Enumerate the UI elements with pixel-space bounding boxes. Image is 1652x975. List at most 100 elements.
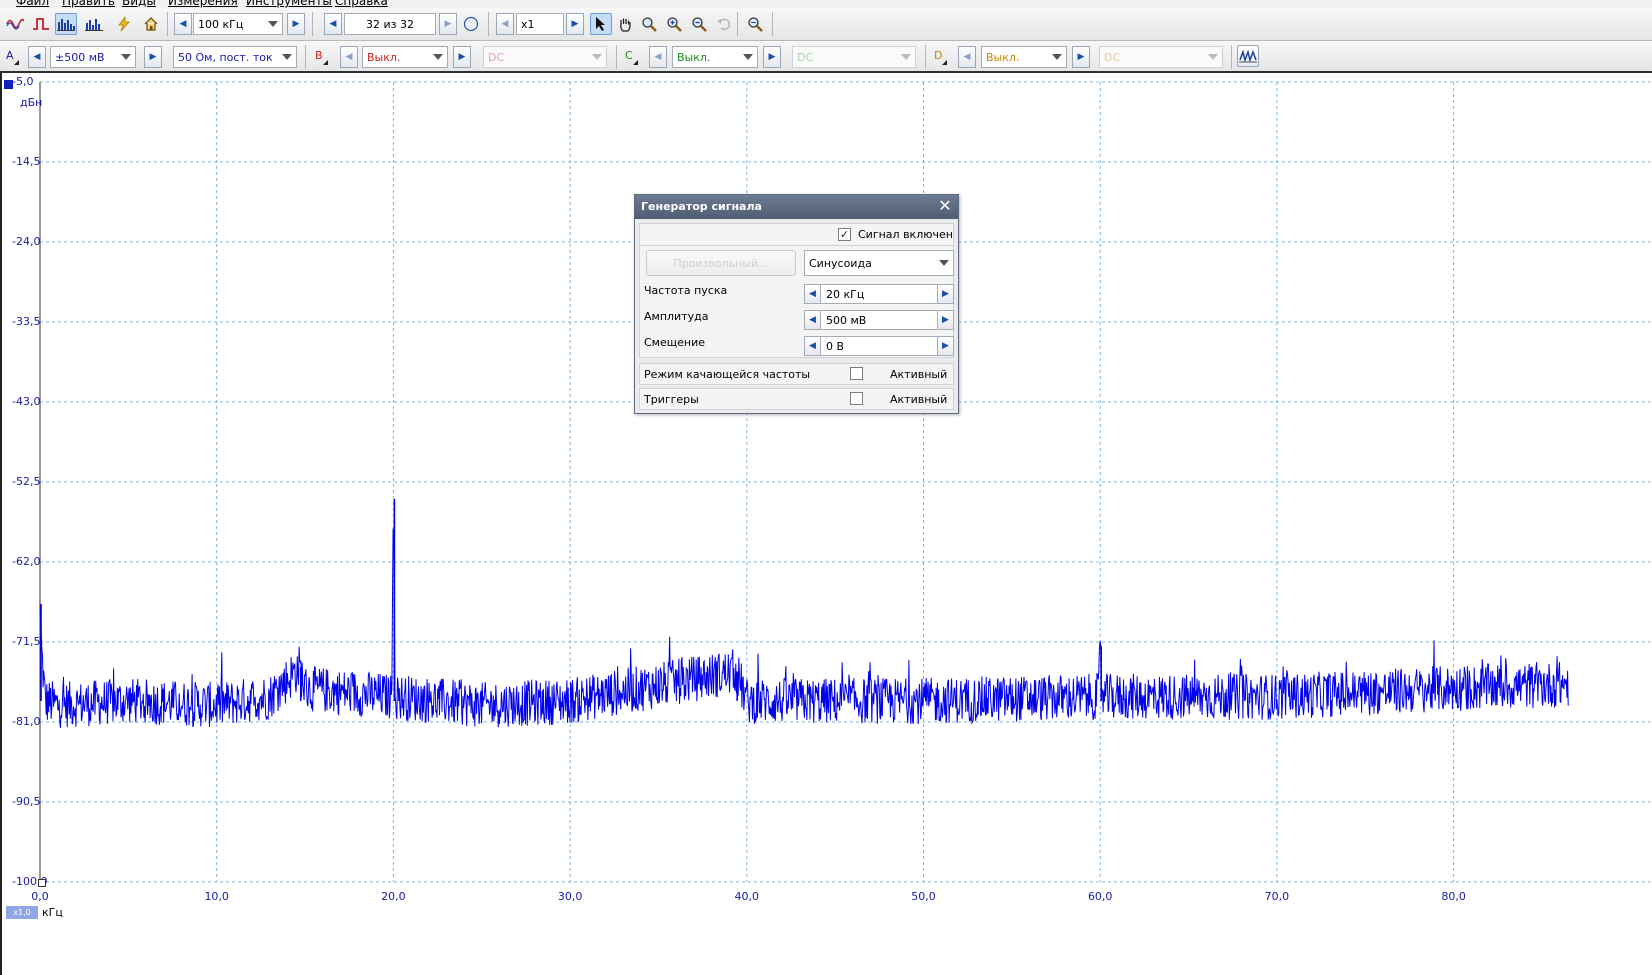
menu-help[interactable]: Справка [335, 0, 388, 8]
channel-a-range-decrease[interactable]: ◀ [28, 46, 46, 68]
signal-generator-icon[interactable] [1237, 45, 1259, 67]
channel-b-range-increase[interactable]: ▶ [453, 46, 471, 68]
channel-c-range-decrease[interactable]: ◀ [649, 46, 667, 68]
arbitrary-waveform-button[interactable]: Произвольный... [646, 250, 796, 276]
timebase-decrease-button[interactable]: ◀ [174, 13, 192, 35]
channel-c-range-value: Выкл. [677, 50, 711, 64]
close-icon[interactable]: ✕ [936, 197, 954, 215]
timebase-value: 100 кГц [198, 17, 244, 31]
menu-bar: Файл Править Виды Измерения Инструменты … [0, 0, 1652, 8]
spectrum-mode-icon[interactable] [55, 13, 77, 35]
zoom-factor-value: x1 [521, 17, 535, 31]
triggers-row[interactable]: Триггеры Активный [639, 388, 954, 410]
toolbar-separator [925, 45, 926, 69]
zoom-in-icon[interactable] [663, 13, 685, 35]
channel-d-label[interactable]: D [930, 46, 950, 68]
chevron-down-icon [282, 54, 292, 60]
channel-a-range-value: ±500 мВ [55, 50, 105, 64]
dialog-title: Генератор сигнала [641, 200, 762, 213]
menu-file[interactable]: Файл [16, 0, 49, 8]
buffer-navigator-icon[interactable] [460, 13, 482, 35]
menu-tools[interactable]: Инструменты [246, 0, 332, 8]
channel-d-range-select[interactable]: Выкл. [981, 46, 1067, 68]
hand-icon[interactable] [614, 13, 636, 35]
auto-setup-icon[interactable] [113, 13, 135, 35]
timebase-increase-button[interactable]: ▶ [287, 13, 305, 35]
start-frequency-stepper[interactable]: ◀ 20 кГц ▶ [804, 284, 954, 304]
x-tick-label: 70,0 [1264, 890, 1290, 903]
toolbar-separator [305, 45, 306, 69]
chevron-down-icon [268, 21, 278, 27]
channel-a-label[interactable]: A [2, 46, 22, 68]
spectrum-trace [39, 528, 1569, 728]
triggers-active-checkbox[interactable] [850, 392, 863, 405]
offset-decrease[interactable]: ◀ [805, 337, 821, 355]
amplitude-increase[interactable]: ▶ [937, 311, 953, 329]
channel-d-range-increase[interactable]: ▶ [1072, 46, 1090, 68]
spectrum-persistence-icon[interactable] [83, 13, 105, 35]
channel-c-range-increase[interactable]: ▶ [763, 46, 781, 68]
triggers-active-label: Активный [890, 393, 948, 406]
channel-c-range-select[interactable]: Выкл. [672, 46, 758, 68]
channel-a-range-increase[interactable]: ▶ [144, 46, 162, 68]
y-tick-label: -71,5 [12, 635, 41, 648]
start-frequency-value[interactable]: 20 кГц [826, 288, 864, 301]
offset-value[interactable]: 0 В [826, 340, 844, 353]
capture-prev-button[interactable]: ◀ [324, 13, 342, 35]
persistence-mode-icon[interactable] [30, 13, 52, 35]
zoom-factor-increase-button[interactable]: ▶ [566, 13, 584, 35]
offset-label: Смещение [644, 336, 705, 349]
amplitude-decrease[interactable]: ◀ [805, 311, 821, 329]
amplitude-stepper[interactable]: ◀ 500 мВ ▶ [804, 310, 954, 330]
channel-d-coupling-value: DC [1104, 50, 1121, 64]
x-tick-label: 30,0 [557, 890, 583, 903]
sweep-active-checkbox[interactable] [850, 367, 863, 380]
channel-b-label[interactable]: B [311, 46, 331, 68]
channel-c-coupling-select[interactable]: DC [792, 46, 916, 68]
pointer-icon[interactable] [590, 13, 612, 35]
menu-views[interactable]: Виды [122, 0, 156, 8]
waveform-select[interactable]: Синусоида [804, 250, 954, 276]
amplitude-value[interactable]: 500 мВ [826, 314, 866, 327]
home-icon[interactable] [140, 13, 162, 35]
sweep-mode-row[interactable]: Режим качающейся частоты Активный [639, 363, 954, 385]
capture-counter-value: 32 из 32 [366, 17, 414, 31]
channel-a-coupling-select[interactable]: 50 Ом, пост. ток [173, 46, 297, 68]
amplitude-label: Амплитуда [644, 310, 709, 323]
chevron-down-icon [1208, 54, 1218, 60]
toolbar-separator [488, 12, 489, 36]
signal-generator-dialog: Генератор сигнала ✕ ✓ Сигнал включен Про… [634, 194, 959, 414]
menu-edit[interactable]: Править [62, 0, 115, 8]
zoom-fit-icon[interactable] [744, 13, 766, 35]
y-tick-label: -24,0 [12, 235, 41, 248]
channel-a-range-select[interactable]: ±500 мВ [50, 46, 136, 68]
channel-b-range-decrease[interactable]: ◀ [340, 46, 358, 68]
x-axis-unit: кГц [42, 906, 63, 919]
zoom-out-icon[interactable] [688, 13, 710, 35]
channel-d-range-decrease[interactable]: ◀ [958, 46, 976, 68]
dialog-title-bar[interactable]: Генератор сигнала ✕ [635, 195, 958, 219]
chevron-down-icon [592, 54, 602, 60]
x-tick-label: 40,0 [734, 890, 760, 903]
timebase-select[interactable]: 100 кГц [193, 13, 283, 35]
channel-b-range-select[interactable]: Выкл. [362, 46, 448, 68]
waveform-value: Синусоида [809, 256, 872, 270]
capture-counter[interactable]: 32 из 32 [344, 13, 436, 35]
signal-enabled-checkbox[interactable]: ✓ [838, 228, 851, 241]
zoom-factor-decrease-button[interactable]: ◀ [496, 13, 514, 35]
start-frequency-decrease[interactable]: ◀ [805, 285, 821, 303]
offset-increase[interactable]: ▶ [937, 337, 953, 355]
capture-next-button[interactable]: ▶ [439, 13, 457, 35]
scope-mode-icon[interactable] [4, 13, 26, 35]
menu-measurements[interactable]: Измерения [168, 0, 238, 8]
x-tick-label: 80,0 [1441, 890, 1466, 903]
start-frequency-increase[interactable]: ▶ [937, 285, 953, 303]
x-axis-origin-handle[interactable] [38, 879, 46, 887]
zoom-factor-field[interactable]: x1 [516, 13, 564, 35]
channel-c-label[interactable]: C [621, 46, 641, 68]
zoom-region-icon[interactable] [638, 13, 660, 35]
undo-zoom-icon[interactable] [713, 13, 735, 35]
channel-d-coupling-select[interactable]: DC [1099, 46, 1223, 68]
channel-b-coupling-select[interactable]: DC [483, 46, 607, 68]
offset-stepper[interactable]: ◀ 0 В ▶ [804, 336, 954, 356]
